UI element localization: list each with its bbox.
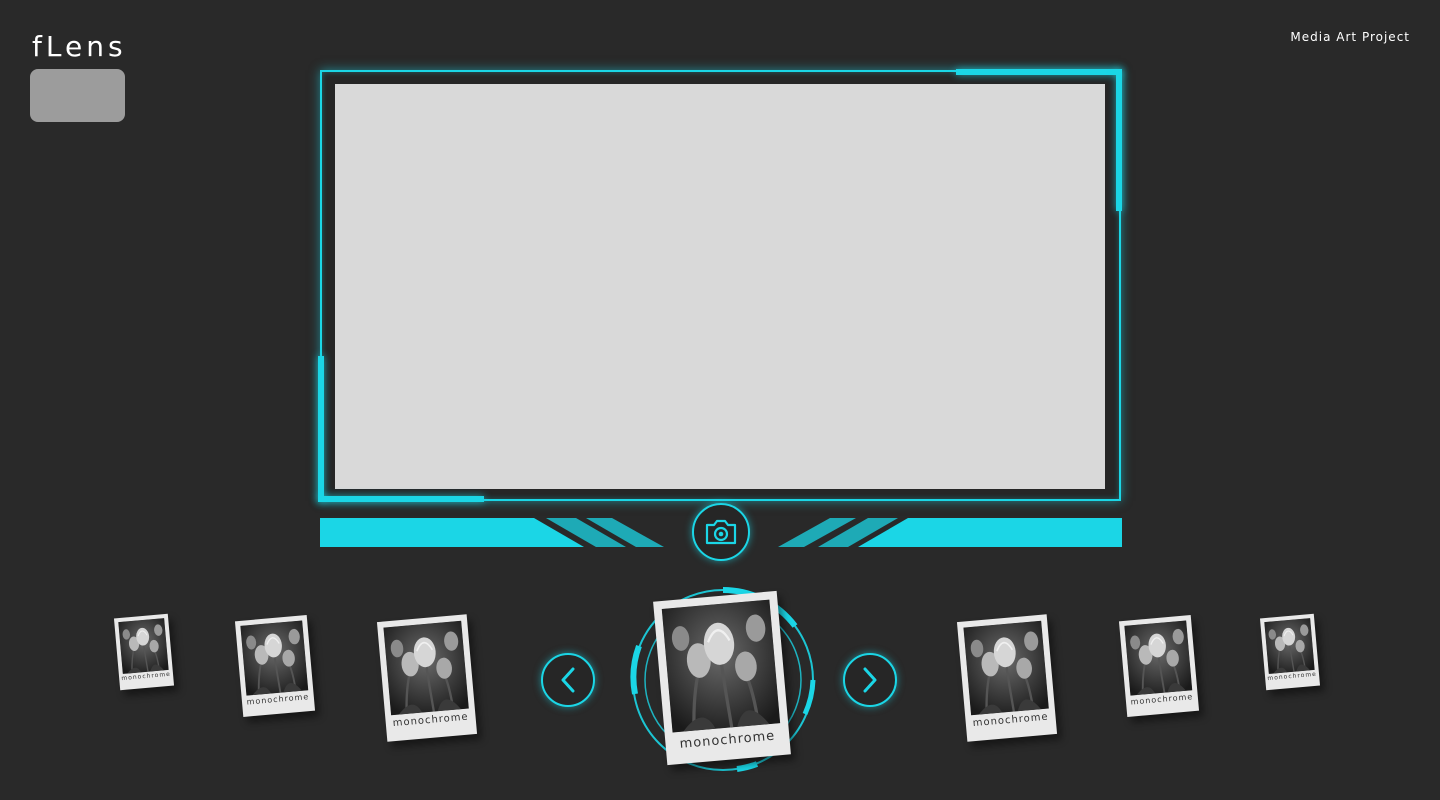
polaroid-card-selected[interactable]: monochrome — [653, 590, 791, 766]
logo-placeholder-box[interactable] — [30, 69, 125, 122]
photo-carousel: monochrome monochrome monochrome monochr… — [0, 580, 1440, 790]
frame-accent-bottom-left — [318, 496, 484, 502]
polaroid-card[interactable]: monochrome — [376, 614, 478, 742]
photo-thumbnail — [1264, 618, 1315, 674]
project-label: Media Art Project — [1290, 30, 1410, 44]
polaroid-card[interactable]: monochrome — [1259, 613, 1321, 691]
capture-button[interactable] — [692, 503, 750, 561]
polaroid-card[interactable]: monochrome — [234, 615, 316, 717]
app-logo: fLens — [32, 30, 127, 63]
frame-accent-right — [1116, 69, 1122, 211]
frame-accent-top-right — [956, 69, 1122, 75]
photo-thumbnail — [963, 620, 1049, 716]
polaroid-card[interactable]: monochrome — [113, 613, 175, 691]
viewer-screen — [335, 84, 1105, 489]
photo-thumbnail — [240, 620, 309, 696]
photo-thumbnail — [661, 599, 781, 733]
photo-thumbnail — [118, 618, 169, 674]
photo-thumbnail — [1124, 620, 1193, 696]
photo-thumbnail — [383, 620, 469, 716]
polaroid-card[interactable]: monochrome — [956, 614, 1058, 742]
polaroid-card[interactable]: monochrome — [1118, 615, 1200, 717]
frame-accent-left — [318, 356, 324, 502]
app-stage: fLens Media Art Project monochrome monoc… — [0, 0, 1440, 800]
camera-icon — [705, 519, 737, 545]
